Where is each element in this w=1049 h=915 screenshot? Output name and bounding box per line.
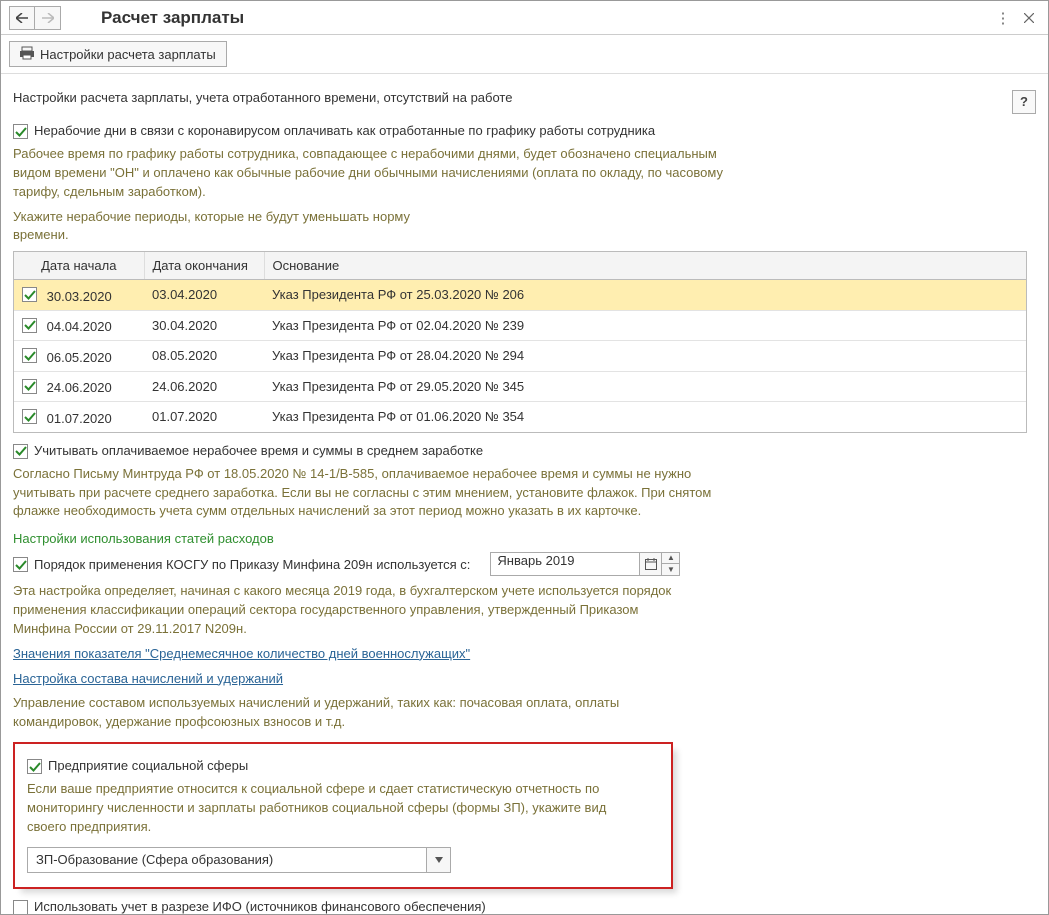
cell-end: 08.05.2020	[144, 341, 264, 372]
cell-end: 30.04.2020	[144, 310, 264, 341]
accruals-desc: Управление составом используемых начисле…	[13, 694, 653, 732]
avg-pay-checkbox[interactable]	[13, 444, 28, 459]
date-spin-down[interactable]: ▼	[662, 564, 680, 576]
window-frame: Расчет зарплаты ⋮ Настройки расчета зарп…	[0, 0, 1049, 915]
kosgu-checkbox[interactable]	[13, 557, 28, 572]
row-checkbox[interactable]	[22, 287, 37, 302]
kosgu-label: Порядок применения КОСГУ по Приказу Минф…	[34, 557, 470, 572]
help-button[interactable]: ?	[1012, 90, 1036, 114]
row-checkbox[interactable]	[22, 409, 37, 424]
ifo-label: Использовать учет в разрезе ИФО (источни…	[34, 899, 486, 914]
cell-end: 01.07.2020	[144, 402, 264, 432]
print-icon	[20, 46, 34, 63]
social-highlight-box: Предприятие социальной сферы Если ваше п…	[13, 742, 673, 889]
cell-end: 24.06.2020	[144, 371, 264, 402]
cell-basis: Указ Президента РФ от 02.04.2020 № 239	[264, 310, 1026, 341]
subtitle-text: Настройки расчета зарплаты, учета отрабо…	[13, 90, 1012, 105]
cell-start: 01.07.2020	[47, 411, 112, 426]
table-row[interactable]: 01.07.2020 01.07.2020 Указ Президента РФ…	[14, 402, 1026, 432]
cell-end: 03.04.2020	[144, 280, 264, 311]
col-basis-header[interactable]: Основание	[264, 252, 1026, 280]
kosgu-desc: Эта настройка определяет, начиная с како…	[13, 582, 673, 639]
avg-pay-label: Учитывать оплачиваемое нерабочее время и…	[34, 443, 483, 458]
col-end-header[interactable]: Дата окончания	[144, 252, 264, 280]
cell-start: 06.05.2020	[47, 350, 112, 365]
cell-basis: Указ Президента РФ от 28.04.2020 № 294	[264, 341, 1026, 372]
col-start-header[interactable]: Дата начала	[14, 252, 144, 280]
cell-start: 24.06.2020	[47, 380, 112, 395]
periods-table: Дата начала Дата окончания Основание 30.…	[13, 251, 1027, 433]
avg-pay-desc: Согласно Письму Минтруда РФ от 18.05.202…	[13, 465, 753, 522]
table-row[interactable]: 04.04.2020 30.04.2020 Указ Президента РФ…	[14, 310, 1026, 341]
table-row[interactable]: 30.03.2020 03.04.2020 Указ Президента РФ…	[14, 280, 1026, 311]
page-title: Расчет зарплаты	[101, 8, 244, 28]
periods-intro: Укажите нерабочие периоды, которые не бу…	[13, 208, 453, 246]
close-icon[interactable]	[1018, 7, 1040, 29]
table-row[interactable]: 24.06.2020 24.06.2020 Указ Президента РФ…	[14, 371, 1026, 402]
row-checkbox[interactable]	[22, 318, 37, 333]
cell-start: 04.04.2020	[47, 319, 112, 334]
row-checkbox[interactable]	[22, 348, 37, 363]
row-checkbox[interactable]	[22, 379, 37, 394]
nav-forward-button[interactable]	[35, 6, 61, 30]
dropdown-icon[interactable]	[427, 847, 451, 873]
cell-basis: Указ Президента РФ от 01.06.2020 № 354	[264, 402, 1026, 432]
covid-paid-checkbox[interactable]	[13, 124, 28, 139]
content-area: Настройки расчета зарплаты, учета отрабо…	[1, 74, 1048, 915]
social-checkbox[interactable]	[27, 759, 42, 774]
more-icon[interactable]: ⋮	[992, 7, 1014, 29]
print-settings-button[interactable]: Настройки расчета зарплаты	[9, 41, 227, 67]
covid-paid-label: Нерабочие дни в связи с коронавирусом оп…	[34, 123, 655, 138]
social-label: Предприятие социальной сферы	[48, 758, 248, 773]
social-type-select[interactable]: ЗП-Образование (Сфера образования)	[27, 847, 427, 873]
nav-back-button[interactable]	[9, 6, 35, 30]
cell-start: 30.03.2020	[47, 289, 112, 304]
table-row[interactable]: 06.05.2020 08.05.2020 Указ Президента РФ…	[14, 341, 1026, 372]
accruals-link[interactable]: Настройка состава начислений и удержаний	[13, 671, 283, 686]
cell-basis: Указ Президента РФ от 25.03.2020 № 206	[264, 280, 1026, 311]
table-body: 30.03.2020 03.04.2020 Указ Президента РФ…	[14, 280, 1026, 432]
social-desc: Если ваше предприятие относится к социал…	[27, 780, 647, 837]
ifo-checkbox[interactable]	[13, 900, 28, 915]
cell-basis: Указ Президента РФ от 29.05.2020 № 345	[264, 371, 1026, 402]
toolbar: Настройки расчета зарплаты	[1, 35, 1048, 74]
print-settings-label: Настройки расчета зарплаты	[40, 47, 216, 62]
covid-desc: Рабочее время по графику работы сотрудни…	[13, 145, 733, 202]
calendar-icon[interactable]	[640, 552, 662, 576]
expense-section-title: Настройки использования статей расходов	[13, 531, 1036, 546]
kosgu-date-input[interactable]: Январь 2019	[490, 552, 640, 576]
date-spin-up[interactable]: ▲	[662, 552, 680, 564]
titlebar: Расчет зарплаты ⋮	[1, 1, 1048, 35]
avg-days-link[interactable]: Значения показателя "Среднемесячное коли…	[13, 646, 470, 661]
